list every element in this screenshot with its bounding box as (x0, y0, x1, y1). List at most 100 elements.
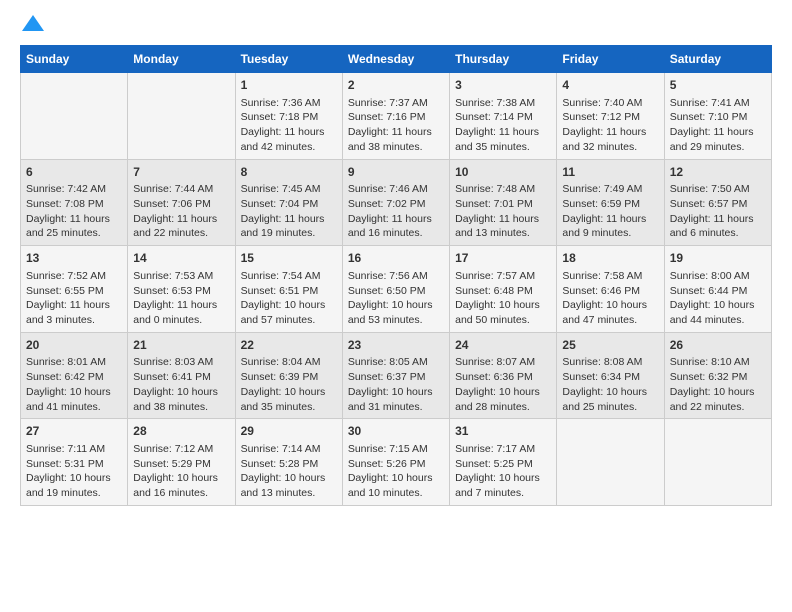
header-cell-wednesday: Wednesday (342, 46, 449, 73)
day-number: 30 (348, 423, 444, 440)
day-info: Sunrise: 7:48 AMSunset: 7:01 PMDaylight:… (455, 182, 551, 241)
day-cell: 8Sunrise: 7:45 AMSunset: 7:04 PMDaylight… (235, 159, 342, 246)
day-cell: 5 Sunrise: 7:41 AMSunset: 7:10 PMDaylight… (664, 73, 771, 160)
day-number: 22 (241, 337, 337, 354)
day-cell: 2Sunrise: 7:37 AMSunset: 7:16 PMDaylight… (342, 73, 449, 160)
day-number: 18 (562, 250, 658, 267)
day-info: Sunrise: 7:50 AMSunset: 6:57 PMDaylight:… (670, 182, 766, 241)
day-cell: 23Sunrise: 8:05 AMSunset: 6:37 PMDayligh… (342, 332, 449, 419)
header-cell-saturday: Saturday (664, 46, 771, 73)
day-cell: 10Sunrise: 7:48 AMSunset: 7:01 PMDayligh… (450, 159, 557, 246)
day-cell: 14 Sunrise: 7:53 AMSunset: 6:53 PMDayligh… (128, 246, 235, 333)
day-cell: 1Sunrise: 7:36 AMSunset: 7:18 PMDaylight… (235, 73, 342, 160)
day-number: 21 (133, 337, 229, 354)
day-number: 29 (241, 423, 337, 440)
day-cell: 28 Sunrise: 7:12 AMSunset: 5:29 PMDayligh… (128, 419, 235, 506)
day-number: 11 (562, 164, 658, 181)
header-cell-sunday: Sunday (21, 46, 128, 73)
day-cell: 13 Sunrise: 7:52 AMSunset: 6:55 PMDayligh… (21, 246, 128, 333)
day-cell (128, 73, 235, 160)
day-info: Sunrise: 7:38 AMSunset: 7:14 PMDaylight:… (455, 96, 551, 155)
day-cell: 16 Sunrise: 7:56 AMSunset: 6:50 PMDayligh… (342, 246, 449, 333)
day-info: Sunrise: 8:07 AMSunset: 6:36 PMDaylight:… (455, 355, 551, 414)
day-cell: 25Sunrise: 8:08 AMSunset: 6:34 PMDayligh… (557, 332, 664, 419)
day-info: Sunrise: 7:56 AMSunset: 6:50 PMDaylight:… (348, 269, 444, 328)
day-cell: 15 Sunrise: 7:54 AMSunset: 6:51 PMDayligh… (235, 246, 342, 333)
day-info: Sunrise: 7:45 AMSunset: 7:04 PMDaylight:… (241, 182, 337, 241)
day-number: 1 (241, 77, 337, 94)
day-cell: 19 Sunrise: 8:00 AMSunset: 6:44 PMDayligh… (664, 246, 771, 333)
day-cell: 29 Sunrise: 7:14 AMSunset: 5:28 PMDayligh… (235, 419, 342, 506)
week-row-4: 20Sunrise: 8:01 AMSunset: 6:42 PMDayligh… (21, 332, 772, 419)
header-cell-thursday: Thursday (450, 46, 557, 73)
calendar-table: SundayMondayTuesdayWednesdayThursdayFrid… (20, 45, 772, 506)
day-number: 23 (348, 337, 444, 354)
logo (20, 15, 44, 35)
day-info: Sunrise: 7:46 AMSunset: 7:02 PMDaylight:… (348, 182, 444, 241)
day-number: 25 (562, 337, 658, 354)
day-cell: 18 Sunrise: 7:58 AMSunset: 6:46 PMDayligh… (557, 246, 664, 333)
day-cell: 4 Sunrise: 7:40 AMSunset: 7:12 PMDaylight… (557, 73, 664, 160)
day-info: Sunrise: 7:54 AMSunset: 6:51 PMDaylight:… (241, 269, 337, 328)
day-number: 20 (26, 337, 122, 354)
day-cell: 26Sunrise: 8:10 AMSunset: 6:32 PMDayligh… (664, 332, 771, 419)
week-row-1: 1Sunrise: 7:36 AMSunset: 7:18 PMDaylight… (21, 73, 772, 160)
day-info: Sunrise: 7:53 AMSunset: 6:53 PMDaylight:… (133, 269, 229, 328)
day-number: 3 (455, 77, 551, 94)
week-row-2: 6Sunrise: 7:42 AMSunset: 7:08 PMDaylight… (21, 159, 772, 246)
day-info: Sunrise: 8:03 AMSunset: 6:41 PMDaylight:… (133, 355, 229, 414)
day-info: Sunrise: 8:08 AMSunset: 6:34 PMDaylight:… (562, 355, 658, 414)
day-info: Sunrise: 8:00 AMSunset: 6:44 PMDaylight:… (670, 269, 766, 328)
header-cell-friday: Friday (557, 46, 664, 73)
header-cell-monday: Monday (128, 46, 235, 73)
day-cell (21, 73, 128, 160)
day-info: Sunrise: 8:05 AMSunset: 6:37 PMDaylight:… (348, 355, 444, 414)
header-cell-tuesday: Tuesday (235, 46, 342, 73)
day-cell: 24Sunrise: 8:07 AMSunset: 6:36 PMDayligh… (450, 332, 557, 419)
day-info: Sunrise: 7:14 AMSunset: 5:28 PMDaylight:… (241, 442, 337, 501)
day-info: Sunrise: 7:57 AMSunset: 6:48 PMDaylight:… (455, 269, 551, 328)
day-info: Sunrise: 8:04 AMSunset: 6:39 PMDaylight:… (241, 355, 337, 414)
day-number: 13 (26, 250, 122, 267)
day-info: Sunrise: 7:52 AMSunset: 6:55 PMDaylight:… (26, 269, 122, 328)
day-cell: 7Sunrise: 7:44 AMSunset: 7:06 PMDaylight… (128, 159, 235, 246)
day-cell: 3 Sunrise: 7:38 AMSunset: 7:14 PMDaylight… (450, 73, 557, 160)
day-info: Sunrise: 7:41 AMSunset: 7:10 PMDaylight:… (670, 96, 766, 155)
day-info: Sunrise: 7:12 AMSunset: 5:29 PMDaylight:… (133, 442, 229, 501)
day-info: Sunrise: 7:44 AMSunset: 7:06 PMDaylight:… (133, 182, 229, 241)
day-info: Sunrise: 8:10 AMSunset: 6:32 PMDaylight:… (670, 355, 766, 414)
day-number: 16 (348, 250, 444, 267)
day-cell: 17 Sunrise: 7:57 AMSunset: 6:48 PMDayligh… (450, 246, 557, 333)
day-number: 15 (241, 250, 337, 267)
day-info: Sunrise: 8:01 AMSunset: 6:42 PMDaylight:… (26, 355, 122, 414)
logo-icon (22, 15, 44, 31)
day-number: 4 (562, 77, 658, 94)
day-number: 10 (455, 164, 551, 181)
page-header (20, 15, 772, 35)
day-number: 6 (26, 164, 122, 181)
header-row: SundayMondayTuesdayWednesdayThursdayFrid… (21, 46, 772, 73)
day-number: 17 (455, 250, 551, 267)
calendar-header: SundayMondayTuesdayWednesdayThursdayFrid… (21, 46, 772, 73)
day-info: Sunrise: 7:11 AMSunset: 5:31 PMDaylight:… (26, 442, 122, 501)
day-cell (664, 419, 771, 506)
day-number: 28 (133, 423, 229, 440)
day-number: 9 (348, 164, 444, 181)
day-number: 26 (670, 337, 766, 354)
day-number: 27 (26, 423, 122, 440)
day-info: Sunrise: 7:15 AMSunset: 5:26 PMDaylight:… (348, 442, 444, 501)
day-info: Sunrise: 7:40 AMSunset: 7:12 PMDaylight:… (562, 96, 658, 155)
day-number: 2 (348, 77, 444, 94)
day-cell: 11Sunrise: 7:49 AMSunset: 6:59 PMDayligh… (557, 159, 664, 246)
day-cell: 9Sunrise: 7:46 AMSunset: 7:02 PMDaylight… (342, 159, 449, 246)
day-info: Sunrise: 7:58 AMSunset: 6:46 PMDaylight:… (562, 269, 658, 328)
day-cell: 20Sunrise: 8:01 AMSunset: 6:42 PMDayligh… (21, 332, 128, 419)
day-number: 7 (133, 164, 229, 181)
day-cell: 31Sunrise: 7:17 AMSunset: 5:25 PMDayligh… (450, 419, 557, 506)
day-number: 19 (670, 250, 766, 267)
day-number: 5 (670, 77, 766, 94)
day-cell: 12Sunrise: 7:50 AMSunset: 6:57 PMDayligh… (664, 159, 771, 246)
day-number: 14 (133, 250, 229, 267)
day-cell: 21Sunrise: 8:03 AMSunset: 6:41 PMDayligh… (128, 332, 235, 419)
day-info: Sunrise: 7:49 AMSunset: 6:59 PMDaylight:… (562, 182, 658, 241)
